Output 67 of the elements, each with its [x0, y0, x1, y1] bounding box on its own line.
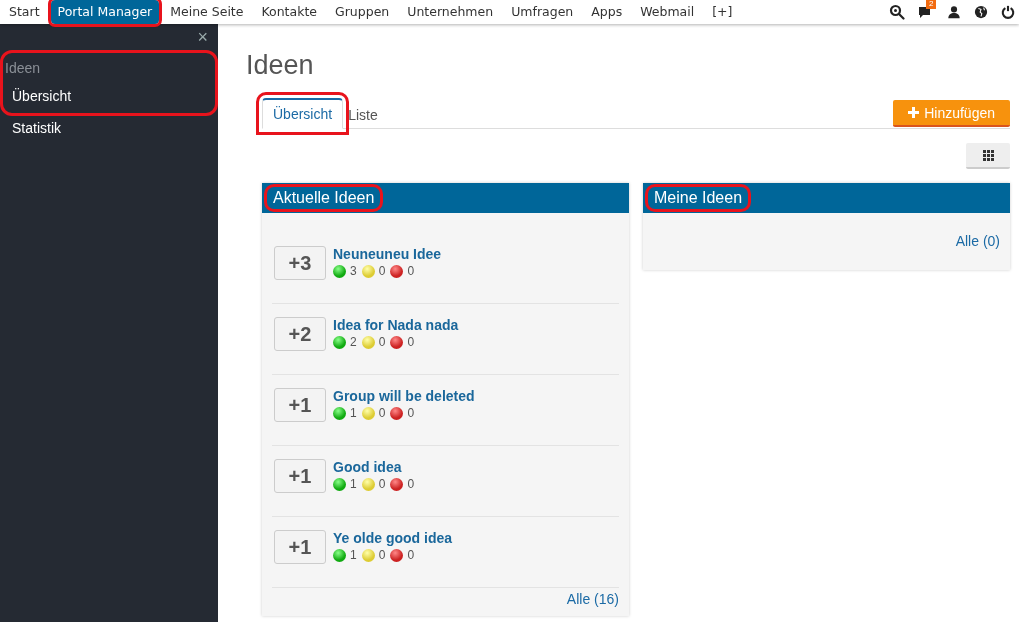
globe-icon[interactable]	[974, 5, 988, 19]
vote-count: 1	[350, 477, 357, 491]
score-badge[interactable]: +1	[274, 459, 326, 493]
grid-view-button[interactable]	[966, 143, 1010, 169]
nav-item[interactable]: Gruppen	[328, 0, 397, 24]
neutral-vote-icon	[361, 406, 375, 420]
vote-count: 1	[350, 406, 357, 420]
page-title: Ideen	[246, 50, 315, 82]
vote-count: 2	[350, 335, 357, 349]
vote-count: 0	[378, 406, 386, 420]
vote-count: 3	[350, 264, 357, 278]
idea-title-link[interactable]: Group will be deleted	[333, 388, 475, 404]
grid-icon	[982, 149, 994, 161]
vote-count: 0	[407, 477, 415, 491]
vote-count: 0	[378, 264, 386, 278]
nav-item[interactable]: Kontakte	[254, 0, 324, 24]
vote-count: 0	[407, 406, 415, 420]
vote-count: 0	[378, 477, 386, 491]
all-link[interactable]: Alle (16)	[566, 591, 619, 607]
up-vote-icon	[333, 406, 346, 420]
notification-badge: 2	[926, 0, 937, 9]
nav-item[interactable]: Webmail	[633, 0, 702, 24]
down-vote-icon	[390, 406, 404, 420]
vote-count: 0	[378, 335, 386, 349]
up-vote-icon	[333, 477, 346, 491]
sidebar-heading: Ideen	[4, 59, 42, 78]
score-badge[interactable]: +1	[274, 388, 326, 422]
nav-item[interactable]: Portal Manager	[50, 0, 160, 24]
idea-title-link[interactable]: Neuneuneu Idee	[333, 246, 442, 262]
down-vote-icon	[390, 548, 404, 562]
down-vote-icon	[390, 477, 404, 491]
score-badge[interactable]: +2	[274, 317, 326, 351]
neutral-vote-icon	[361, 335, 375, 349]
user-icon[interactable]	[947, 5, 961, 19]
tab[interactable]: Liste	[343, 101, 383, 128]
vote-count: 0	[407, 264, 415, 278]
all-link[interactable]: Alle (0)	[955, 233, 1000, 249]
sidebar-item[interactable]: Statistik	[2, 114, 216, 142]
nav-item[interactable]: Apps	[584, 0, 630, 24]
neutral-vote-icon	[361, 264, 375, 278]
sidebar-item[interactable]: Übersicht	[2, 82, 216, 110]
vote-count: 0	[378, 548, 386, 562]
score-badge[interactable]: +3	[274, 246, 326, 280]
score-badge[interactable]: +1	[274, 530, 326, 564]
neutral-vote-icon	[361, 548, 375, 562]
up-vote-icon	[333, 335, 346, 349]
panel-title: Meine Ideen	[647, 186, 750, 210]
idea-title-link[interactable]: Good idea	[333, 459, 416, 475]
up-vote-icon	[333, 264, 346, 278]
nav-item[interactable]: Unternehmen	[400, 0, 501, 24]
neutral-vote-icon	[361, 477, 375, 491]
nav-item[interactable]: Meine Seite	[163, 0, 251, 24]
vote-count: 0	[407, 548, 415, 562]
nav-item[interactable]: [+]	[705, 0, 740, 24]
vote-count: 1	[350, 548, 357, 562]
nav-item[interactable]: Start	[2, 0, 47, 24]
down-vote-icon	[390, 264, 404, 278]
down-vote-icon	[390, 335, 404, 349]
nav-item[interactable]: Umfragen	[504, 0, 581, 24]
idea-title-link[interactable]: Idea for Nada nada	[333, 317, 459, 333]
power-icon[interactable]	[1001, 5, 1015, 19]
up-vote-icon	[333, 548, 346, 562]
search-icon[interactable]	[889, 4, 905, 20]
panel-title: Aktuelle Ideen	[266, 186, 382, 210]
vote-count: 0	[407, 335, 415, 349]
idea-title-link[interactable]: Ye olde good idea	[333, 530, 453, 546]
close-icon[interactable]: ×	[184, 28, 218, 46]
